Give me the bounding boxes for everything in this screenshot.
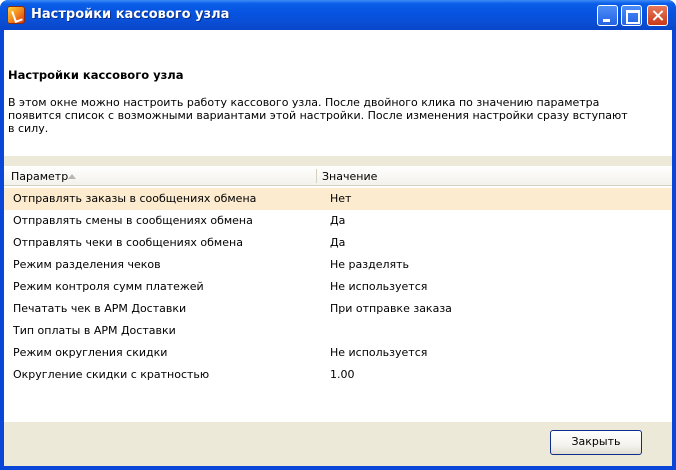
column-header-value[interactable]: Значение: [322, 170, 377, 183]
row-param: Режим округления скидки: [13, 346, 168, 359]
close-window-button[interactable]: [647, 5, 668, 26]
sort-ascending-icon: [68, 174, 76, 179]
row-param: Тип оплаты в АРМ Доставки: [13, 324, 176, 337]
app-icon: [7, 6, 25, 24]
table-row[interactable]: Печатать чек в АРМ Доставки При отправке…: [4, 298, 672, 320]
header-description: В этом окне можно настроить работу кассо…: [8, 96, 628, 135]
table-row[interactable]: Отправлять чеки в сообщениях обмена Да: [4, 232, 672, 254]
row-value[interactable]: 1.00: [330, 368, 355, 381]
minimize-button[interactable]: [597, 5, 618, 26]
header-panel: Настройки кассового узла В этом окне мож…: [4, 30, 672, 156]
table-row[interactable]: Отправлять смены в сообщениях обмена Да: [4, 210, 672, 232]
settings-window: Настройки кассового узла Настройки кассо…: [0, 0, 676, 470]
row-param: Отправлять чеки в сообщениях обмена: [13, 236, 243, 249]
column-separator[interactable]: [316, 169, 317, 183]
row-value[interactable]: Да: [330, 236, 345, 249]
row-value[interactable]: Да: [330, 214, 345, 227]
title-bar[interactable]: Настройки кассового узла: [0, 0, 676, 30]
row-param: Округление скидки с кратностью: [13, 368, 210, 381]
table-row[interactable]: Округление скидки с кратностью 1.00: [4, 364, 672, 386]
table-row[interactable]: Тип оплаты в АРМ Доставки: [4, 320, 672, 342]
row-value[interactable]: Не используется: [330, 280, 427, 293]
row-param: Отправлять смены в сообщениях обмена: [13, 214, 253, 227]
table-header: Параметр Значение: [4, 166, 672, 186]
close-button[interactable]: Закрыть: [550, 430, 642, 455]
row-param: Режим разделения чеков: [13, 258, 161, 271]
row-value[interactable]: Не используется: [330, 346, 427, 359]
row-value[interactable]: Не разделять: [330, 258, 409, 271]
window-client-area: Настройки кассового узла В этом окне мож…: [4, 30, 672, 466]
row-param: Отправлять заказы в сообщениях обмена: [13, 192, 257, 205]
row-param: Печатать чек в АРМ Доставки: [13, 302, 187, 315]
row-value[interactable]: Нет: [330, 192, 351, 205]
table-row[interactable]: Режим округления скидки Не используется: [4, 342, 672, 364]
row-value[interactable]: При отправке заказа: [330, 302, 452, 315]
table-row[interactable]: Режим разделения чеков Не разделять: [4, 254, 672, 276]
settings-table: Параметр Значение Отправлять заказы в со…: [4, 166, 672, 422]
row-param: Режим контроля сумм платежей: [13, 280, 204, 293]
maximize-button[interactable]: [621, 5, 642, 26]
column-header-parameter[interactable]: Параметр: [11, 170, 68, 183]
table-row[interactable]: Отправлять заказы в сообщениях обмена Не…: [4, 188, 672, 210]
table-row[interactable]: Режим контроля сумм платежей Не использу…: [4, 276, 672, 298]
header-title: Настройки кассового узла: [8, 68, 184, 82]
window-title: Настройки кассового узла: [31, 7, 230, 22]
